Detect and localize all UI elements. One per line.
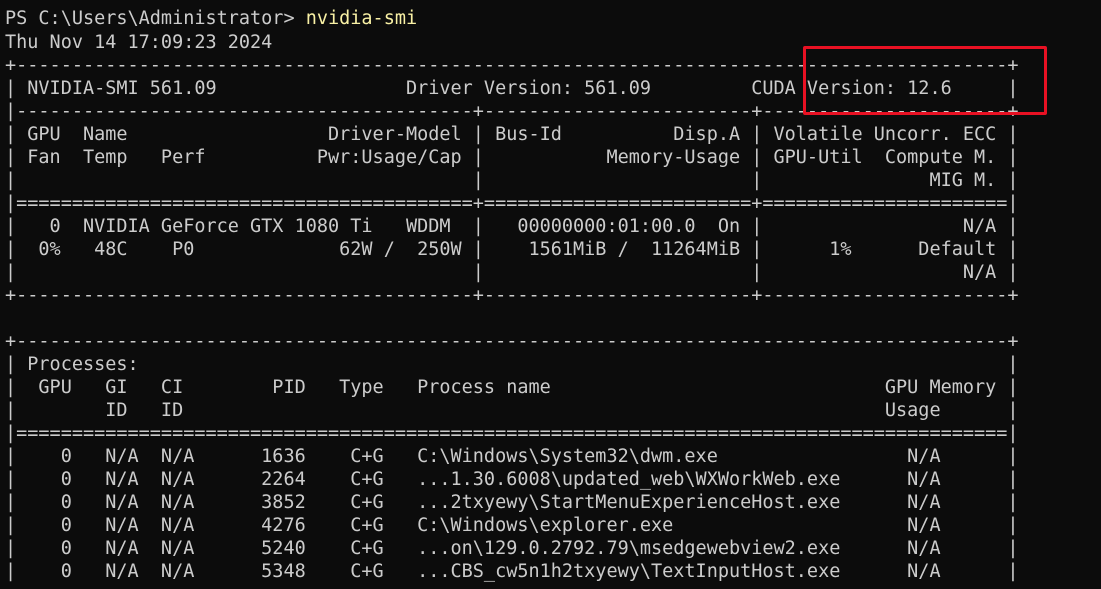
gpu-row-3: | | | N/A | xyxy=(5,262,1019,283)
process-table-double-separator: |=======================================… xyxy=(5,423,1019,444)
timestamp: Thu Nov 14 17:09:23 2024 xyxy=(5,32,273,53)
terminal-window[interactable]: PS C:\Users\Administrator> nvidia-smi Th… xyxy=(0,0,1101,589)
process-row: | 0 N/A N/A 2264 C+G ...1.30.6008\update… xyxy=(5,469,1019,490)
gpu-table-separator: |---------------------------------------… xyxy=(5,101,1019,122)
prompt-line: PS C:\Users\Administrator> nvidia-smi xyxy=(5,7,417,30)
process-table-title: | Processes: | xyxy=(5,354,1019,375)
process-row: | 0 N/A N/A 5240 C+G ...on\129.0.2792.79… xyxy=(5,538,1019,559)
process-row: | 0 N/A N/A 1636 C+G C:\Windows\System32… xyxy=(5,446,1019,467)
gpu-table-header: | NVIDIA-SMI 561.09 Driver Version: 561.… xyxy=(5,78,1019,99)
gpu-table-columns-1: | GPU Name Driver-Model | Bus-Id Disp.A … xyxy=(5,124,1019,145)
prompt-path: PS C:\Users\Administrator> xyxy=(5,8,306,29)
process-table-border-top: +---------------------------------------… xyxy=(5,331,1019,352)
process-table-columns-1: | GPU GI CI PID Type Process name GPU Me… xyxy=(5,377,1019,398)
process-table-columns-2: | ID ID Usage | xyxy=(5,400,1019,421)
gpu-table-border-top: +---------------------------------------… xyxy=(5,55,1019,76)
gpu-row-1: | 0 NVIDIA GeForce GTX 1080 Ti WDDM | 00… xyxy=(5,216,1019,237)
process-row: | 0 N/A N/A 3852 C+G ...2txyewy\StartMen… xyxy=(5,492,1019,513)
gpu-table-double-separator: |=======================================… xyxy=(5,193,1019,214)
prompt-command: nvidia-smi xyxy=(305,8,418,29)
process-row: | 0 N/A N/A 4276 C+G C:\Windows\explorer… xyxy=(5,515,1019,536)
gpu-table-columns-2: | Fan Temp Perf Pwr:Usage/Cap | Memory-U… xyxy=(5,147,1019,168)
gpu-table-border-bottom: +---------------------------------------… xyxy=(5,285,1019,306)
process-row: | 0 N/A N/A 5348 C+G ...CBS_cw5n1h2txyew… xyxy=(5,561,1019,582)
gpu-row-2: | 0% 48C P0 62W / 250W | 1561MiB / 11264… xyxy=(5,239,1019,260)
gpu-table-columns-3: | | | MIG M. | xyxy=(5,170,1019,191)
